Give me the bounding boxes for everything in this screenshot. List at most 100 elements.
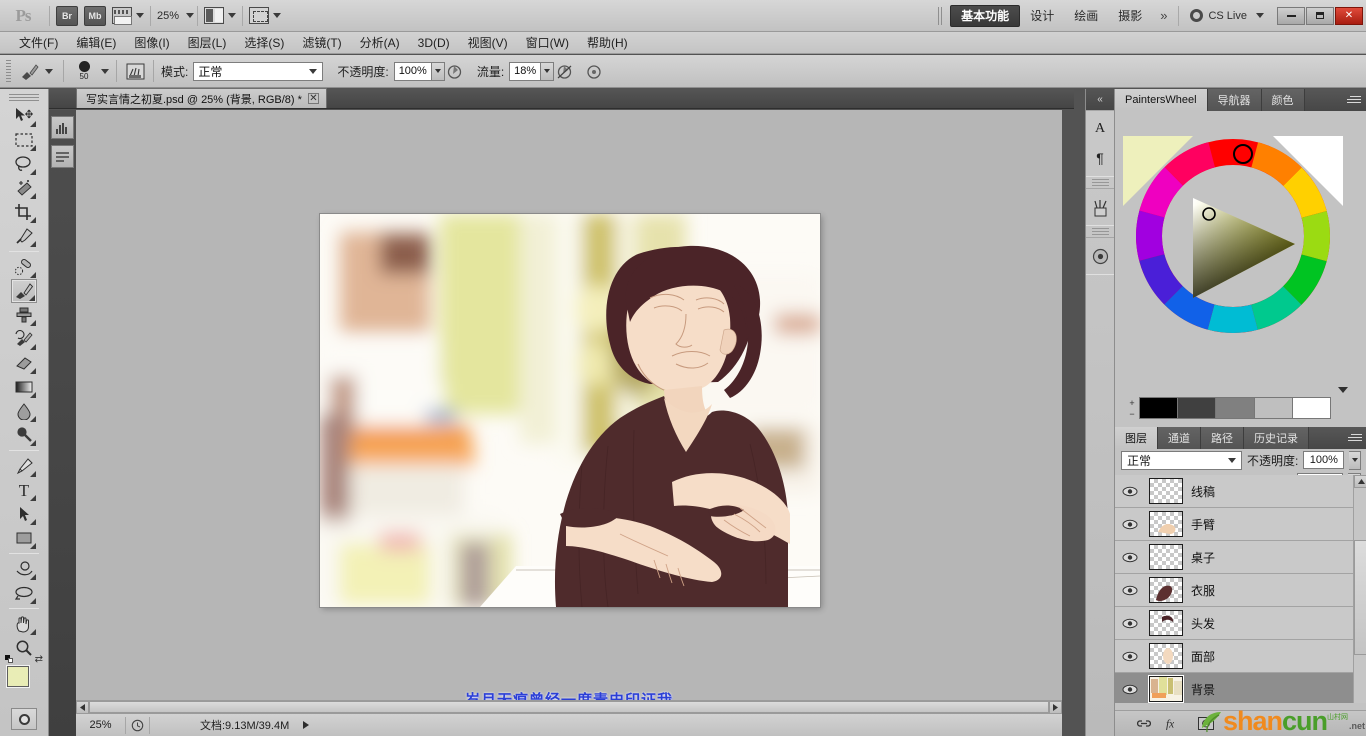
menu-analysis[interactable]: 分析(A)	[351, 32, 409, 53]
foreground-color-swatch[interactable]	[7, 666, 29, 687]
close-icon[interactable]: ✕	[307, 93, 319, 104]
launch-mini-bridge-button[interactable]: Mb	[84, 5, 106, 26]
menu-file[interactable]: 文件(F)	[10, 32, 67, 53]
dock-grip[interactable]	[1091, 179, 1109, 186]
eyedropper-tool[interactable]	[11, 224, 37, 248]
swatch-midgray[interactable]	[1216, 398, 1255, 418]
color-swatches[interactable]: ⇄	[5, 654, 43, 698]
tab-layers[interactable]: 图层	[1115, 427, 1158, 449]
3d-rotate-tool[interactable]	[11, 557, 37, 581]
brush-size-preview[interactable]: 50	[71, 61, 97, 81]
layers-scrollbar[interactable]	[1353, 475, 1366, 703]
toggle-brush-panel-button[interactable]	[124, 61, 146, 81]
panel-menu-icon[interactable]	[1348, 431, 1362, 444]
status-timing-icon[interactable]	[126, 716, 150, 734]
canvas-horizontal-scrollbar[interactable]	[76, 700, 1062, 714]
minimize-button[interactable]	[1277, 6, 1305, 25]
eye-icon[interactable]	[1119, 546, 1141, 568]
artboard[interactable]	[320, 214, 820, 607]
table-row[interactable]: 桌子	[1115, 541, 1366, 574]
table-row[interactable]: 衣服	[1115, 574, 1366, 607]
brushes-panel-button[interactable]	[1088, 194, 1113, 220]
histogram-panel-button[interactable]	[51, 116, 74, 139]
rectangle-tool[interactable]	[11, 526, 37, 550]
layer-blend-mode-select[interactable]: 正常	[1121, 450, 1243, 470]
clone-stamp-tool[interactable]	[11, 303, 37, 327]
workspace-more-button[interactable]: »	[1152, 8, 1175, 23]
opacity-input[interactable]: 100%	[393, 61, 432, 81]
pen-tool[interactable]	[11, 454, 37, 478]
menu-window[interactable]: 窗口(W)	[517, 32, 578, 53]
magic-wand-tool[interactable]	[11, 176, 37, 200]
eye-icon[interactable]	[1119, 612, 1141, 634]
layer-thumbnail[interactable]	[1149, 643, 1183, 669]
layer-opacity-input[interactable]: 100%	[1303, 451, 1345, 469]
airbrush-toggle[interactable]	[584, 61, 604, 81]
hand-tool[interactable]	[11, 612, 37, 636]
healing-brush-tool[interactable]	[11, 255, 37, 279]
swatch-expand-arrow[interactable]	[1338, 387, 1348, 393]
eye-icon[interactable]	[1119, 579, 1141, 601]
eye-icon[interactable]	[1119, 645, 1141, 667]
history-brush-tool[interactable]	[11, 327, 37, 351]
zoom-tool[interactable]	[11, 636, 37, 660]
canvas-area[interactable]: 岁月无痕曾经一度青史印证我	[76, 110, 1062, 713]
swatch-white[interactable]	[1292, 398, 1331, 418]
layer-name[interactable]: 头发	[1191, 615, 1215, 632]
view-extras-button[interactable]	[110, 5, 146, 27]
workspace-tab-essentials[interactable]: 基本功能	[950, 4, 1021, 27]
menu-edit[interactable]: 编辑(E)	[67, 32, 125, 53]
layer-name[interactable]: 线稿	[1191, 483, 1215, 500]
layer-thumbnail[interactable]	[1149, 478, 1183, 504]
collapse-panels-button[interactable]: «	[1086, 89, 1114, 110]
type-tool[interactable]: T	[11, 478, 37, 502]
path-selection-tool[interactable]	[11, 502, 37, 526]
tab-channels[interactable]: 通道	[1158, 427, 1201, 449]
layer-thumbnail[interactable]	[1149, 511, 1183, 537]
marquee-tool[interactable]	[11, 128, 37, 152]
layer-name[interactable]: 桌子	[1191, 549, 1215, 566]
document-tab[interactable]: 写实言情之初夏.psd @ 25% (背景, RGB/8) * ✕	[76, 88, 327, 108]
layer-name[interactable]: 面部	[1191, 648, 1215, 665]
arrange-documents-button[interactable]	[247, 5, 283, 27]
table-row[interactable]: 手臂	[1115, 508, 1366, 541]
table-row[interactable]: 线稿	[1115, 475, 1366, 508]
chevron-down-icon[interactable]	[186, 13, 195, 18]
workspace-tab-photography[interactable]: 摄影	[1108, 5, 1152, 27]
table-row[interactable]: 背景	[1115, 673, 1366, 703]
eraser-tool[interactable]	[11, 351, 37, 375]
tab-painterswheel[interactable]: PaintersWheel	[1115, 89, 1208, 111]
close-button[interactable]: ✕	[1335, 6, 1363, 25]
tab-color[interactable]: 颜色	[1261, 89, 1305, 111]
panel-menu-icon[interactable]	[1347, 93, 1361, 106]
menu-select[interactable]: 选择(S)	[235, 32, 293, 53]
scroll-up-button[interactable]	[1354, 475, 1366, 488]
toolbox-grip[interactable]	[9, 93, 39, 101]
dock-grip[interactable]	[1091, 228, 1109, 235]
layer-style-button[interactable]: fx	[1166, 715, 1183, 732]
horizontal-scroll-thumb[interactable]	[89, 701, 1049, 713]
swatch-black[interactable]	[1140, 398, 1179, 418]
status-popup-arrow[interactable]	[303, 721, 310, 729]
clone-source-panel-button[interactable]	[1088, 243, 1113, 269]
menu-image[interactable]: 图像(I)	[125, 32, 178, 53]
flow-input[interactable]: 18%	[509, 61, 542, 81]
options-bar-grip[interactable]	[6, 60, 11, 82]
menu-3d[interactable]: 3D(D)	[409, 34, 459, 52]
crop-tool[interactable]	[11, 200, 37, 224]
3d-orbit-tool[interactable]	[11, 581, 37, 605]
swatch-add-remove[interactable]: + −	[1127, 397, 1137, 419]
layer-list[interactable]: 线稿 手臂 桌子 衣服 头发 面部 背景	[1115, 475, 1366, 703]
tab-history[interactable]: 历史记录	[1244, 427, 1309, 449]
opacity-stepper[interactable]	[431, 61, 445, 81]
menu-layer[interactable]: 图层(L)	[179, 32, 236, 53]
swap-colors-icon[interactable]: ⇄	[35, 654, 43, 665]
chevron-down-icon[interactable]	[101, 68, 109, 74]
dodge-tool[interactable]	[11, 423, 37, 447]
table-row[interactable]: 头发	[1115, 607, 1366, 640]
quick-mask-toggle[interactable]	[11, 708, 37, 730]
tab-paths[interactable]: 路径	[1201, 427, 1244, 449]
blur-tool[interactable]	[11, 399, 37, 423]
eye-icon[interactable]	[1119, 480, 1141, 502]
layer-thumbnail[interactable]	[1149, 610, 1183, 636]
